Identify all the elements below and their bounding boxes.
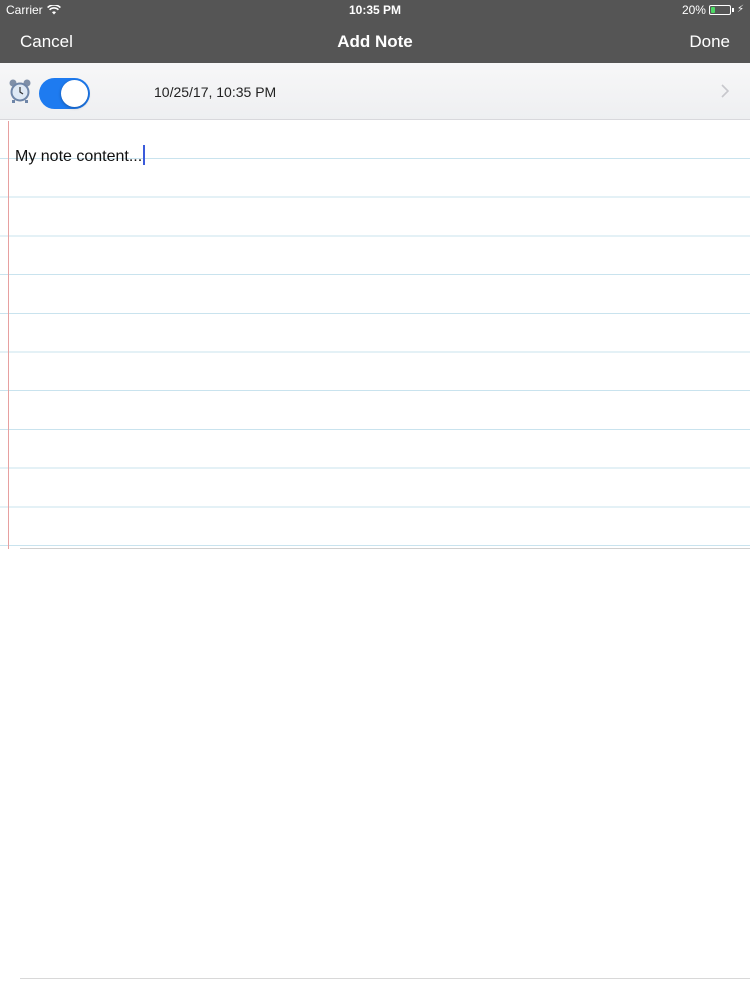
text-cursor — [143, 145, 146, 165]
top-bar: Carrier 10:35 PM 20% ⚡ Cancel Add Note D… — [0, 0, 750, 63]
note-paper[interactable] — [0, 121, 750, 549]
battery-cap — [731, 8, 734, 12]
battery-fill — [710, 7, 715, 13]
page-title: Add Note — [337, 32, 413, 51]
reminder-row[interactable]: 10/25/17, 10:35 PM — [0, 63, 750, 120]
alarm-clock-icon — [9, 79, 31, 103]
paper-bottom-divider — [20, 548, 750, 549]
status-right: 20% ⚡ — [682, 3, 744, 17]
chevron-right-icon[interactable] — [720, 83, 730, 99]
add-note-screen: Carrier 10:35 PM 20% ⚡ Cancel Add Note D… — [0, 0, 750, 1000]
nav-bar: Cancel Add Note Done — [0, 20, 750, 63]
bottom-divider — [20, 978, 750, 979]
paper-margin-line — [8, 121, 9, 549]
note-content-field[interactable]: My note content... — [15, 145, 146, 166]
status-bar: Carrier 10:35 PM 20% ⚡ — [0, 0, 750, 20]
reminder-toggle[interactable] — [39, 78, 90, 109]
done-button[interactable]: Done — [689, 32, 730, 52]
toggle-knob — [61, 80, 88, 107]
bolt-icon: ⚡ — [736, 4, 744, 15]
battery-percent: 20% — [681, 3, 706, 17]
battery-icon — [708, 5, 731, 15]
status-time: 10:35 PM — [348, 3, 402, 17]
note-content-text: My note content... — [15, 148, 143, 165]
reminder-datetime: 10/25/17, 10:35 PM — [154, 84, 277, 100]
